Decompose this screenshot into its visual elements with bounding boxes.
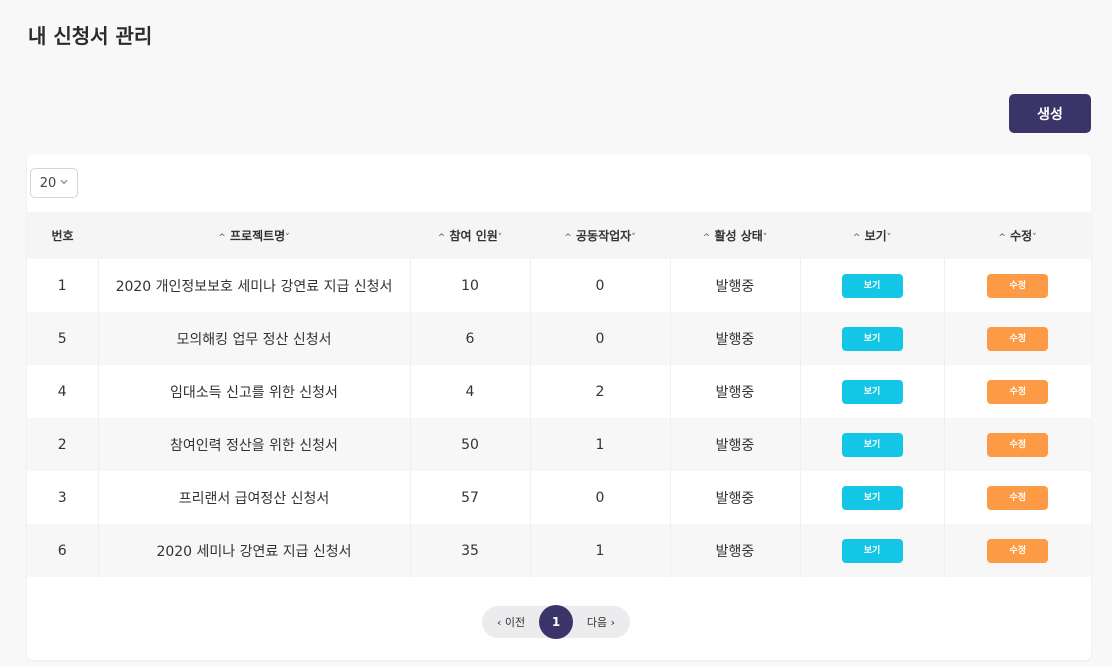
cell-no: 4	[27, 365, 99, 418]
table-row: 4 임대소득 신고를 위한 신청서 4 2 발행중 보기 수정	[27, 365, 1091, 418]
page-size-value: 20	[39, 175, 57, 191]
cell-edit: 수정	[944, 418, 1091, 471]
view-button[interactable]: 보기	[841, 273, 903, 298]
cell-view: 보기	[800, 259, 945, 312]
sort-desc-icon: ˅	[285, 233, 290, 243]
cell-view: 보기	[800, 524, 945, 577]
sort-asc-icon: ^	[218, 233, 226, 243]
cell-no: 5	[27, 312, 99, 365]
column-header-status[interactable]: ^ 활성 상태˅	[670, 212, 800, 259]
cell-status: 발행중	[670, 259, 801, 312]
cell-collaborators: 1	[530, 524, 671, 577]
page-1-button[interactable]: 1	[539, 605, 573, 639]
cell-collaborators: 0	[530, 312, 671, 365]
sort-asc-icon: ^	[852, 233, 861, 243]
sort-desc-icon: ˅	[631, 233, 636, 243]
edit-button[interactable]: 수정	[987, 538, 1049, 563]
cell-status: 발행중	[670, 365, 801, 418]
table-row: 2 참여인력 정산을 위한 신청서 50 1 발행중 보기 수정	[27, 418, 1091, 471]
cell-edit: 수정	[944, 365, 1091, 418]
view-button[interactable]: 보기	[841, 538, 903, 563]
table-row: 1 2020 개인정보보호 세미나 강연료 지급 신청서 10 0 발행중 보기…	[27, 259, 1091, 312]
cell-participants: 4	[410, 365, 531, 418]
table-header-row: 번호 ^ 프로젝트명˅ ^ 참여 인원˅ ^ 공동작업자˅ ^ 활성 상태˅ ^…	[27, 212, 1091, 259]
cell-status: 발행중	[670, 418, 801, 471]
sort-asc-icon: ^	[998, 233, 1006, 243]
cell-participants: 10	[410, 259, 531, 312]
page-size-select[interactable]: 20	[30, 168, 78, 198]
sort-desc-icon: ˅	[886, 233, 892, 243]
cell-no: 1	[27, 259, 99, 312]
sort-desc-icon: ˅	[1032, 233, 1037, 243]
cell-view: 보기	[800, 312, 945, 365]
edit-button[interactable]: 수정	[987, 273, 1049, 298]
create-button[interactable]: 생성	[1009, 94, 1091, 133]
edit-button[interactable]: 수정	[987, 432, 1049, 457]
column-header-edit[interactable]: ^ 수정˅	[944, 212, 1091, 259]
cell-project: 참여인력 정산을 위한 신청서	[98, 418, 411, 471]
cell-project: 2020 세미나 강연료 지급 신청서	[98, 524, 411, 577]
cell-edit: 수정	[944, 524, 1091, 577]
cell-view: 보기	[800, 418, 945, 471]
cell-project: 프리랜서 급여정산 신청서	[98, 471, 411, 524]
cell-view: 보기	[800, 365, 945, 418]
cell-participants: 35	[410, 524, 531, 577]
column-header-project[interactable]: ^ 프로젝트명˅	[98, 212, 410, 259]
table-row: 3 프리랜서 급여정산 신청서 57 0 발행중 보기 수정	[27, 471, 1091, 524]
view-button[interactable]: 보기	[841, 379, 903, 404]
cell-participants: 6	[410, 312, 531, 365]
sort-asc-icon: ^	[564, 233, 572, 243]
table-row: 6 2020 세미나 강연료 지급 신청서 35 1 발행중 보기 수정	[27, 524, 1091, 577]
view-button[interactable]: 보기	[841, 326, 903, 351]
cell-view: 보기	[800, 471, 945, 524]
cell-project: 2020 개인정보보호 세미나 강연료 지급 신청서	[98, 259, 411, 312]
column-header-no: 번호	[51, 229, 74, 243]
cell-project: 임대소득 신고를 위한 신청서	[98, 365, 411, 418]
cell-collaborators: 2	[530, 365, 671, 418]
sort-asc-icon: ^	[702, 233, 711, 243]
cell-status: 발행중	[670, 312, 801, 365]
edit-button[interactable]: 수정	[987, 379, 1049, 404]
pagination: ‹ 이전 1 다음 ›	[482, 605, 630, 639]
cell-edit: 수정	[944, 259, 1091, 312]
cell-status: 발행중	[670, 524, 801, 577]
cell-collaborators: 1	[530, 418, 671, 471]
cell-participants: 50	[410, 418, 531, 471]
cell-no: 2	[27, 418, 99, 471]
cell-collaborators: 0	[530, 259, 671, 312]
prev-page-button[interactable]: ‹ 이전	[497, 614, 525, 630]
view-button[interactable]: 보기	[841, 432, 903, 457]
cell-project: 모의해킹 업무 정산 신청서	[98, 312, 411, 365]
cell-collaborators: 0	[530, 471, 671, 524]
applications-card: 20 번호 ^ 프로젝트명˅ ^ 참여 인원˅ ^ 공동작업자˅ ^ 활성 상태…	[27, 154, 1091, 660]
cell-edit: 수정	[944, 471, 1091, 524]
page-title: 내 신청서 관리	[28, 24, 153, 48]
cell-edit: 수정	[944, 312, 1091, 365]
column-header-view[interactable]: ^ 보기˅	[800, 212, 944, 259]
table-row: 5 모의해킹 업무 정산 신청서 6 0 발행중 보기 수정	[27, 312, 1091, 365]
cell-participants: 57	[410, 471, 531, 524]
cell-no: 3	[27, 471, 99, 524]
view-button[interactable]: 보기	[841, 485, 903, 510]
applications-table: 번호 ^ 프로젝트명˅ ^ 참여 인원˅ ^ 공동작업자˅ ^ 활성 상태˅ ^…	[27, 212, 1091, 577]
column-header-participants[interactable]: ^ 참여 인원˅	[410, 212, 530, 259]
sort-desc-icon: ˅	[762, 233, 768, 243]
column-header-collaborators[interactable]: ^ 공동작업자˅	[530, 212, 670, 259]
next-page-button[interactable]: 다음 ›	[587, 614, 615, 630]
edit-button[interactable]: 수정	[987, 326, 1049, 351]
cell-no: 6	[27, 524, 99, 577]
cell-status: 발행중	[670, 471, 801, 524]
sort-asc-icon: ^	[437, 233, 446, 243]
edit-button[interactable]: 수정	[987, 485, 1049, 510]
sort-desc-icon: ˅	[497, 233, 503, 243]
chevron-down-icon	[60, 178, 68, 188]
